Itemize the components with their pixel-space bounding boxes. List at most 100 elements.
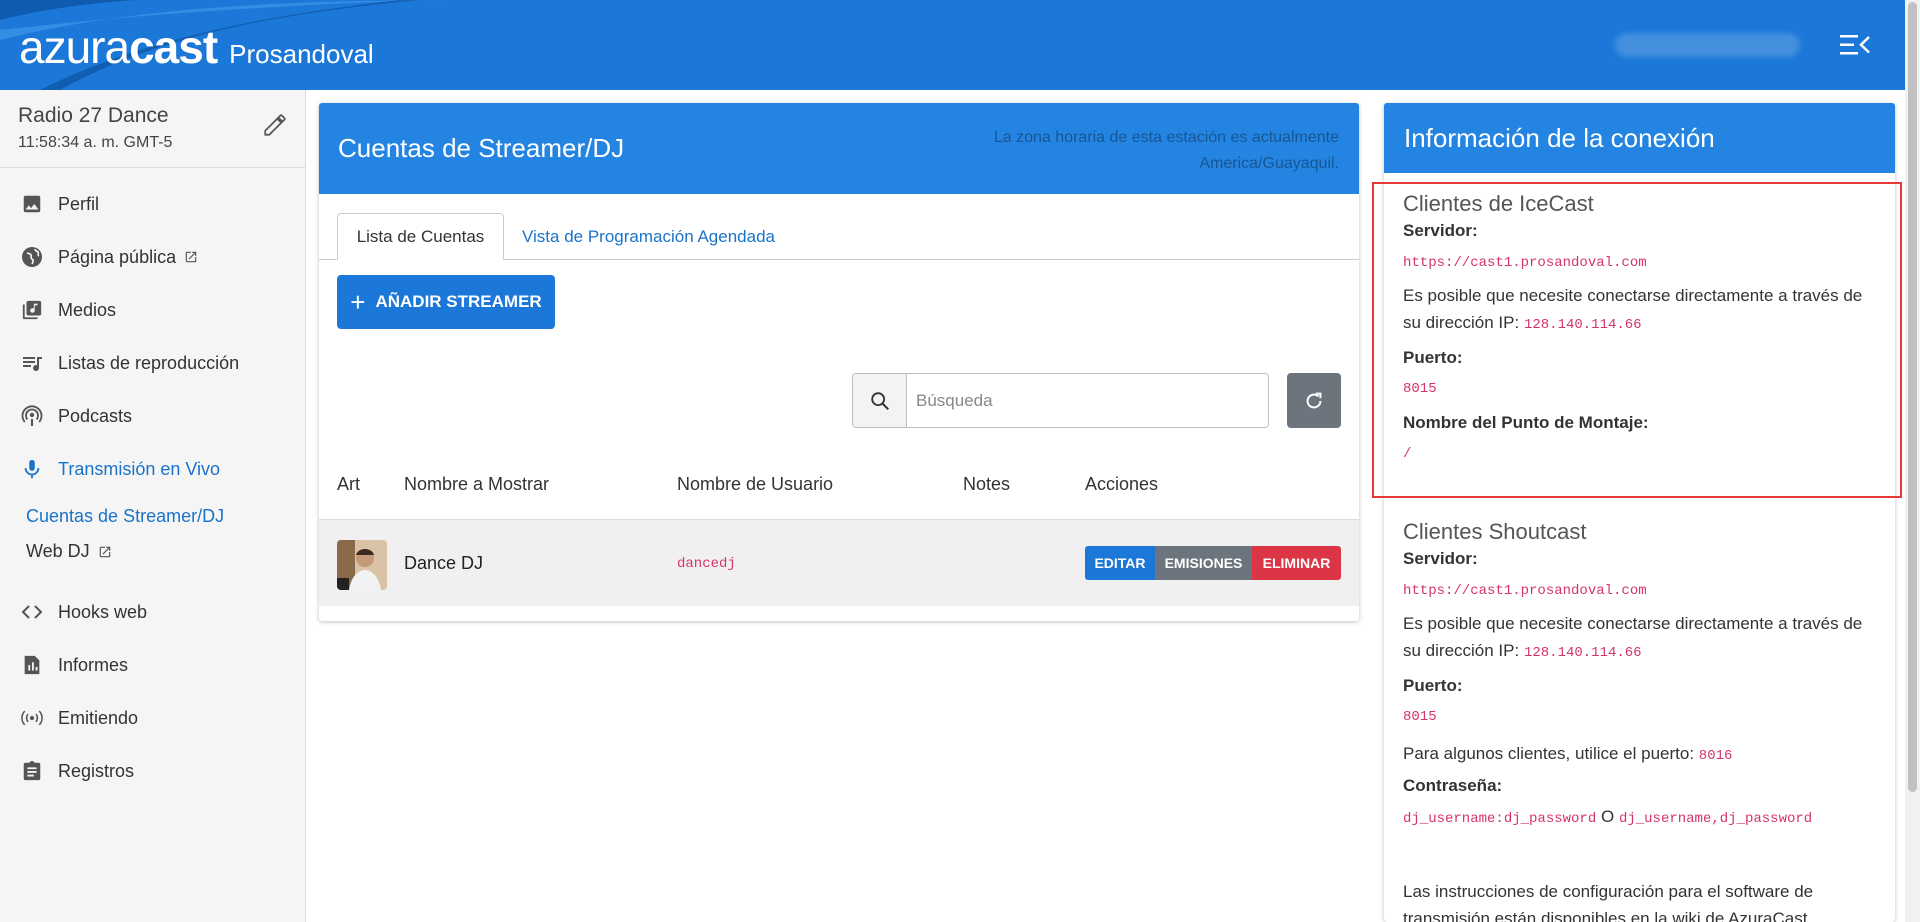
shoutcast-ip: 128.140.114.66	[1523, 645, 1642, 661]
sidebar-item-listas[interactable]: Listas de reproducción	[0, 345, 305, 381]
row-actions: EDITAR EMISIONES ELIMINAR	[1085, 546, 1341, 580]
pencil-icon[interactable]	[262, 112, 288, 138]
sidebar-item-informes[interactable]: Informes	[0, 647, 305, 683]
report-icon	[20, 653, 44, 677]
sidebar-item-label: Perfil	[58, 193, 100, 214]
icecast-port: 8015	[1403, 381, 1437, 397]
refresh-icon	[1306, 392, 1322, 408]
sidebar-item-pagina-publica[interactable]: Página pública	[0, 239, 305, 275]
brand[interactable]: azuracast Prosandoval	[19, 20, 374, 74]
shoutcast-server-url: https://cast1.prosandoval.com	[1403, 583, 1647, 599]
icecast-server-label: Servidor:	[1403, 221, 1478, 240]
timezone-note: La zona horaria de esta estación es actu…	[994, 125, 1339, 177]
shoutcast-ip-text: Es posible que necesite conectarse direc…	[1403, 610, 1883, 667]
sidebar-item-label: Podcasts	[58, 405, 133, 426]
column-header-art[interactable]: Art	[337, 474, 360, 495]
connection-title: Información de la conexión	[1404, 123, 1715, 153]
table-row: Dance DJ dancedj EDITAR EMISIONES ELIMIN…	[319, 519, 1359, 606]
shoutcast-alt-port: Para algunos clientes, utilice el puerto…	[1403, 740, 1883, 770]
shoutcast-instructions: Las instrucciones de configuración para …	[1403, 882, 1814, 922]
station-header: Radio 27 Dance 11:58:34 a. m. GMT-5	[0, 90, 305, 168]
add-streamer-button[interactable]: + AÑADIR STREAMER	[337, 275, 555, 329]
tab-schedule-view[interactable]: Vista de Programación Agendada	[522, 213, 775, 260]
shoutcast-password-label: Contraseña:	[1403, 776, 1503, 795]
sidebar-item-transmision[interactable]: Transmisión en Vivo	[0, 451, 305, 487]
alt-port: 8016	[1698, 748, 1733, 764]
music-library-icon	[20, 298, 44, 322]
external-link-icon	[185, 251, 197, 263]
connection-card-header: Información de la conexión	[1384, 103, 1895, 173]
shoutcast-title: Clientes Shoutcast	[1403, 519, 1587, 544]
external-link-icon	[99, 546, 110, 557]
page-scrollbar[interactable]	[1905, 0, 1920, 922]
column-header-notes[interactable]: Notes	[963, 474, 1010, 495]
sidebar-item-label: Listas de reproducción	[58, 352, 240, 373]
sidebar-subitem-label: Web DJ	[26, 541, 90, 561]
top-navbar: azuracast Prosandoval	[0, 0, 1920, 90]
password-or: O	[1600, 807, 1615, 826]
streamer-accounts-card: Cuentas de Streamer/DJ La zona horaria d…	[319, 103, 1359, 621]
sidebar-subitem-web-dj[interactable]: Web DJ	[26, 541, 112, 562]
icecast-ip-text: Es posible que necesite conectarse direc…	[1403, 282, 1883, 339]
sidebar-item-hooks-web[interactable]: Hooks web	[0, 594, 305, 630]
tab-bar: Lista de Cuentas Vista de Programación A…	[319, 213, 1359, 260]
globe-icon	[20, 245, 44, 269]
user-menu-blurred[interactable]	[1615, 33, 1800, 57]
sidebar-subitem-cuentas[interactable]: Cuentas de Streamer/DJ	[26, 506, 224, 527]
delete-button[interactable]: ELIMINAR	[1252, 546, 1341, 580]
mic-icon	[20, 457, 44, 481]
avatar	[337, 540, 387, 590]
sidebar-item-medios[interactable]: Medios	[0, 292, 305, 328]
card-header: Cuentas de Streamer/DJ La zona horaria d…	[319, 103, 1359, 194]
search-box	[852, 373, 1269, 428]
icecast-ip: 128.140.114.66	[1523, 317, 1642, 333]
column-header-actions: Acciones	[1085, 474, 1159, 494]
search-icon	[853, 374, 907, 427]
sidebar-item-label: Página pública	[58, 246, 177, 267]
station-name: Radio 27 Dance	[18, 104, 169, 127]
shoutcast-server-label: Servidor:	[1403, 549, 1478, 568]
sidebar-item-label: Hooks web	[58, 601, 148, 622]
podcast-icon	[20, 404, 44, 428]
add-streamer-label: AÑADIR STREAMER	[375, 292, 542, 311]
plus-icon: +	[350, 286, 366, 317]
tab-account-list[interactable]: Lista de Cuentas	[337, 213, 504, 260]
logo: azuracast	[19, 21, 218, 73]
search-input[interactable]	[907, 374, 1268, 427]
icecast-mount-label: Nombre del Punto de Montaje:	[1403, 413, 1649, 432]
refresh-button[interactable]	[1287, 373, 1341, 428]
icecast-port-label: Puerto:	[1403, 348, 1463, 367]
sidebar-item-label: Registros	[58, 760, 135, 781]
icecast-title: Clientes de IceCast	[1403, 191, 1594, 216]
cell-username: dancedj	[677, 556, 736, 572]
timezone-line: La zona horaria de esta estación es actu…	[993, 129, 1339, 146]
connection-info-card: Información de la conexión Clientes de I…	[1384, 103, 1895, 922]
cell-display-name: Dance DJ	[404, 553, 484, 573]
sidebar-item-label: Medios	[58, 299, 117, 320]
shoutcast-port: 8015	[1403, 709, 1437, 725]
column-header-display-name[interactable]: Nombre a Mostrar	[404, 474, 549, 495]
sidebar-item-podcasts[interactable]: Podcasts	[0, 398, 305, 434]
password-format-colon: dj_username:dj_password	[1403, 811, 1597, 827]
sidebar: Radio 27 Dance 11:58:34 a. m. GMT-5 Perf…	[0, 90, 306, 922]
edit-button[interactable]: EDITAR	[1085, 546, 1155, 580]
sidebar-item-label: Informes	[58, 654, 129, 675]
sidebar-item-registros[interactable]: Registros	[0, 753, 305, 789]
shoutcast-port-label: Puerto:	[1403, 676, 1463, 695]
scrollbar-thumb[interactable]	[1908, 2, 1917, 792]
page-title: Cuentas de Streamer/DJ	[338, 133, 625, 163]
image-icon	[20, 192, 44, 216]
sidebar-item-emitiendo[interactable]: Emitiendo	[0, 700, 305, 736]
broadcast-icon	[20, 706, 44, 730]
menu-collapse-icon[interactable]	[1840, 32, 1870, 58]
station-short-name: Prosandoval	[229, 39, 374, 69]
sidebar-item-perfil[interactable]: Perfil	[0, 186, 305, 222]
alt-port-description: Para algunos clientes, utilice el puerto…	[1403, 744, 1695, 763]
playlist-icon	[20, 351, 44, 375]
broadcasts-button[interactable]: EMISIONES	[1155, 546, 1252, 580]
icecast-mount: /	[1403, 446, 1412, 462]
sidebar-item-label: Emitiendo	[58, 707, 139, 728]
clipboard-icon	[20, 759, 44, 783]
station-time: 11:58:34 a. m. GMT-5	[18, 134, 173, 151]
column-header-username[interactable]: Nombre de Usuario	[677, 474, 833, 495]
